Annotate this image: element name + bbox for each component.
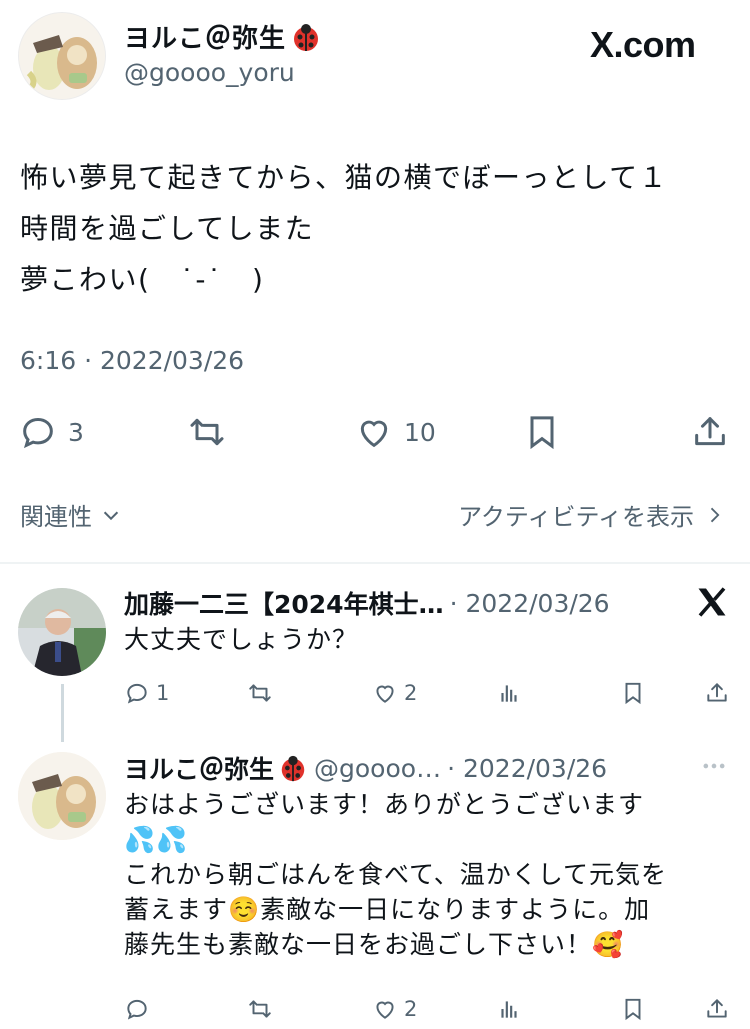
reply-button[interactable]: 3 bbox=[18, 412, 84, 452]
site-label: X.com bbox=[590, 24, 696, 65]
sort-dropdown[interactable]: 関連性 bbox=[20, 497, 122, 532]
retweet-button[interactable] bbox=[186, 412, 228, 452]
reply-icon bbox=[18, 412, 58, 452]
thread-line bbox=[61, 684, 64, 742]
bookmark-icon bbox=[620, 680, 646, 706]
reply-views-button[interactable] bbox=[496, 680, 522, 706]
ladybug-icon bbox=[278, 753, 308, 783]
like-count: 2 bbox=[404, 997, 418, 1021]
ladybug-icon bbox=[290, 21, 322, 53]
share-button[interactable] bbox=[690, 412, 730, 452]
view-activity-link[interactable]: アクティビティを表示 bbox=[458, 497, 724, 532]
chevron-right-icon bbox=[704, 504, 724, 526]
reply-views-button[interactable] bbox=[496, 996, 522, 1022]
reply-text: 大丈夫でしょうか？ bbox=[124, 622, 358, 657]
reply-author-name: ヨルこ＠弥生 bbox=[124, 755, 275, 784]
author-name-text: ヨルこ＠弥生 bbox=[124, 24, 287, 54]
reply-handle[interactable]: @goooo… bbox=[314, 754, 441, 783]
retweet-icon bbox=[246, 680, 274, 706]
bookmark-button[interactable] bbox=[522, 412, 562, 452]
author-avatar[interactable] bbox=[18, 12, 106, 100]
sort-label: 関連性 bbox=[20, 503, 92, 531]
reply-reply-button[interactable] bbox=[124, 996, 150, 1022]
author-name[interactable]: ヨルこ＠弥生 bbox=[124, 18, 322, 55]
reply-author[interactable]: 加藤一二三【2024年棋士… · 2022/03/26 bbox=[124, 585, 610, 621]
reply-text-line: これから朝ごはんを食べて、温かくして元気を bbox=[124, 860, 668, 889]
reply-reply-button[interactable]: 1 bbox=[124, 680, 169, 706]
author-handle[interactable]: @goooo_yoru bbox=[124, 58, 295, 87]
reply-author[interactable]: ヨルこ＠弥生 @goooo… · 2022/03/26 bbox=[124, 750, 607, 786]
tweet-timestamp[interactable]: 6:16 · 2022/03/26 bbox=[20, 346, 244, 375]
tweet-text-line: 夢こわい( ˙-˙ ) bbox=[20, 263, 265, 296]
reply-share-button[interactable] bbox=[704, 996, 730, 1022]
section-divider bbox=[0, 562, 750, 564]
bookmark-icon bbox=[620, 996, 646, 1022]
share-icon bbox=[704, 680, 730, 706]
share-icon bbox=[690, 412, 730, 452]
reply-like-button[interactable]: 2 bbox=[372, 996, 417, 1022]
reply-count: 1 bbox=[156, 681, 170, 705]
views-icon bbox=[496, 680, 522, 706]
like-icon bbox=[372, 996, 398, 1022]
activity-label: アクティビティを表示 bbox=[458, 503, 694, 531]
x-logo-icon bbox=[694, 584, 730, 620]
reply-text-line: 藤先生も素敵な一日をお過ごし下さい！🥰 bbox=[124, 930, 625, 959]
reply-text: おはようございます！ありがとうございます 💦💦 これから朝ごはんを食べて、温かく… bbox=[124, 787, 667, 962]
reply-avatar[interactable] bbox=[18, 752, 106, 840]
bookmark-icon bbox=[522, 412, 562, 452]
share-icon bbox=[704, 996, 730, 1022]
like-button[interactable]: 10 bbox=[354, 412, 436, 452]
reply-author-name: 加藤一二三【2024年棋士… bbox=[124, 590, 444, 619]
like-icon bbox=[372, 680, 398, 706]
like-count: 2 bbox=[404, 681, 418, 705]
reply-icon bbox=[124, 680, 150, 706]
reply-like-button[interactable]: 2 bbox=[372, 680, 417, 706]
reply-icon bbox=[124, 996, 150, 1022]
views-icon bbox=[496, 996, 522, 1022]
reply-text-line: 蓄えます☺️素敵な一日になりますように。加 bbox=[124, 895, 651, 924]
tweet-text: 怖い夢見て起きてから、猫の横でぼーっとして１ 時間を過ごしてしまた 夢こわい( … bbox=[20, 152, 740, 305]
reply-timestamp[interactable]: · 2022/03/26 bbox=[447, 754, 607, 783]
reply-retweet-button[interactable] bbox=[246, 996, 274, 1022]
retweet-icon bbox=[186, 412, 228, 452]
reply-text-line: おはようございます！ありがとうございます bbox=[124, 790, 645, 819]
reply-avatar[interactable] bbox=[18, 588, 106, 676]
like-icon bbox=[354, 412, 394, 452]
retweet-icon bbox=[246, 996, 274, 1022]
like-count: 10 bbox=[404, 417, 436, 447]
reply-count: 3 bbox=[68, 417, 84, 447]
more-icon[interactable] bbox=[698, 752, 730, 780]
reply-retweet-button[interactable] bbox=[246, 680, 274, 706]
tweet-text-line: 怖い夢見て起きてから、猫の横でぼーっとして１ bbox=[20, 161, 669, 194]
reply-share-button[interactable] bbox=[704, 680, 730, 706]
reply-text-line: 💦💦 bbox=[124, 825, 189, 854]
reply-text-line: 大丈夫でしょうか？ bbox=[124, 625, 359, 654]
reply-timestamp[interactable]: · 2022/03/26 bbox=[450, 589, 610, 618]
reply-bookmark-button[interactable] bbox=[620, 996, 646, 1022]
chevron-down-icon bbox=[100, 504, 122, 526]
reply-bookmark-button[interactable] bbox=[620, 680, 646, 706]
tweet-text-line: 時間を過ごしてしまた bbox=[20, 212, 315, 245]
